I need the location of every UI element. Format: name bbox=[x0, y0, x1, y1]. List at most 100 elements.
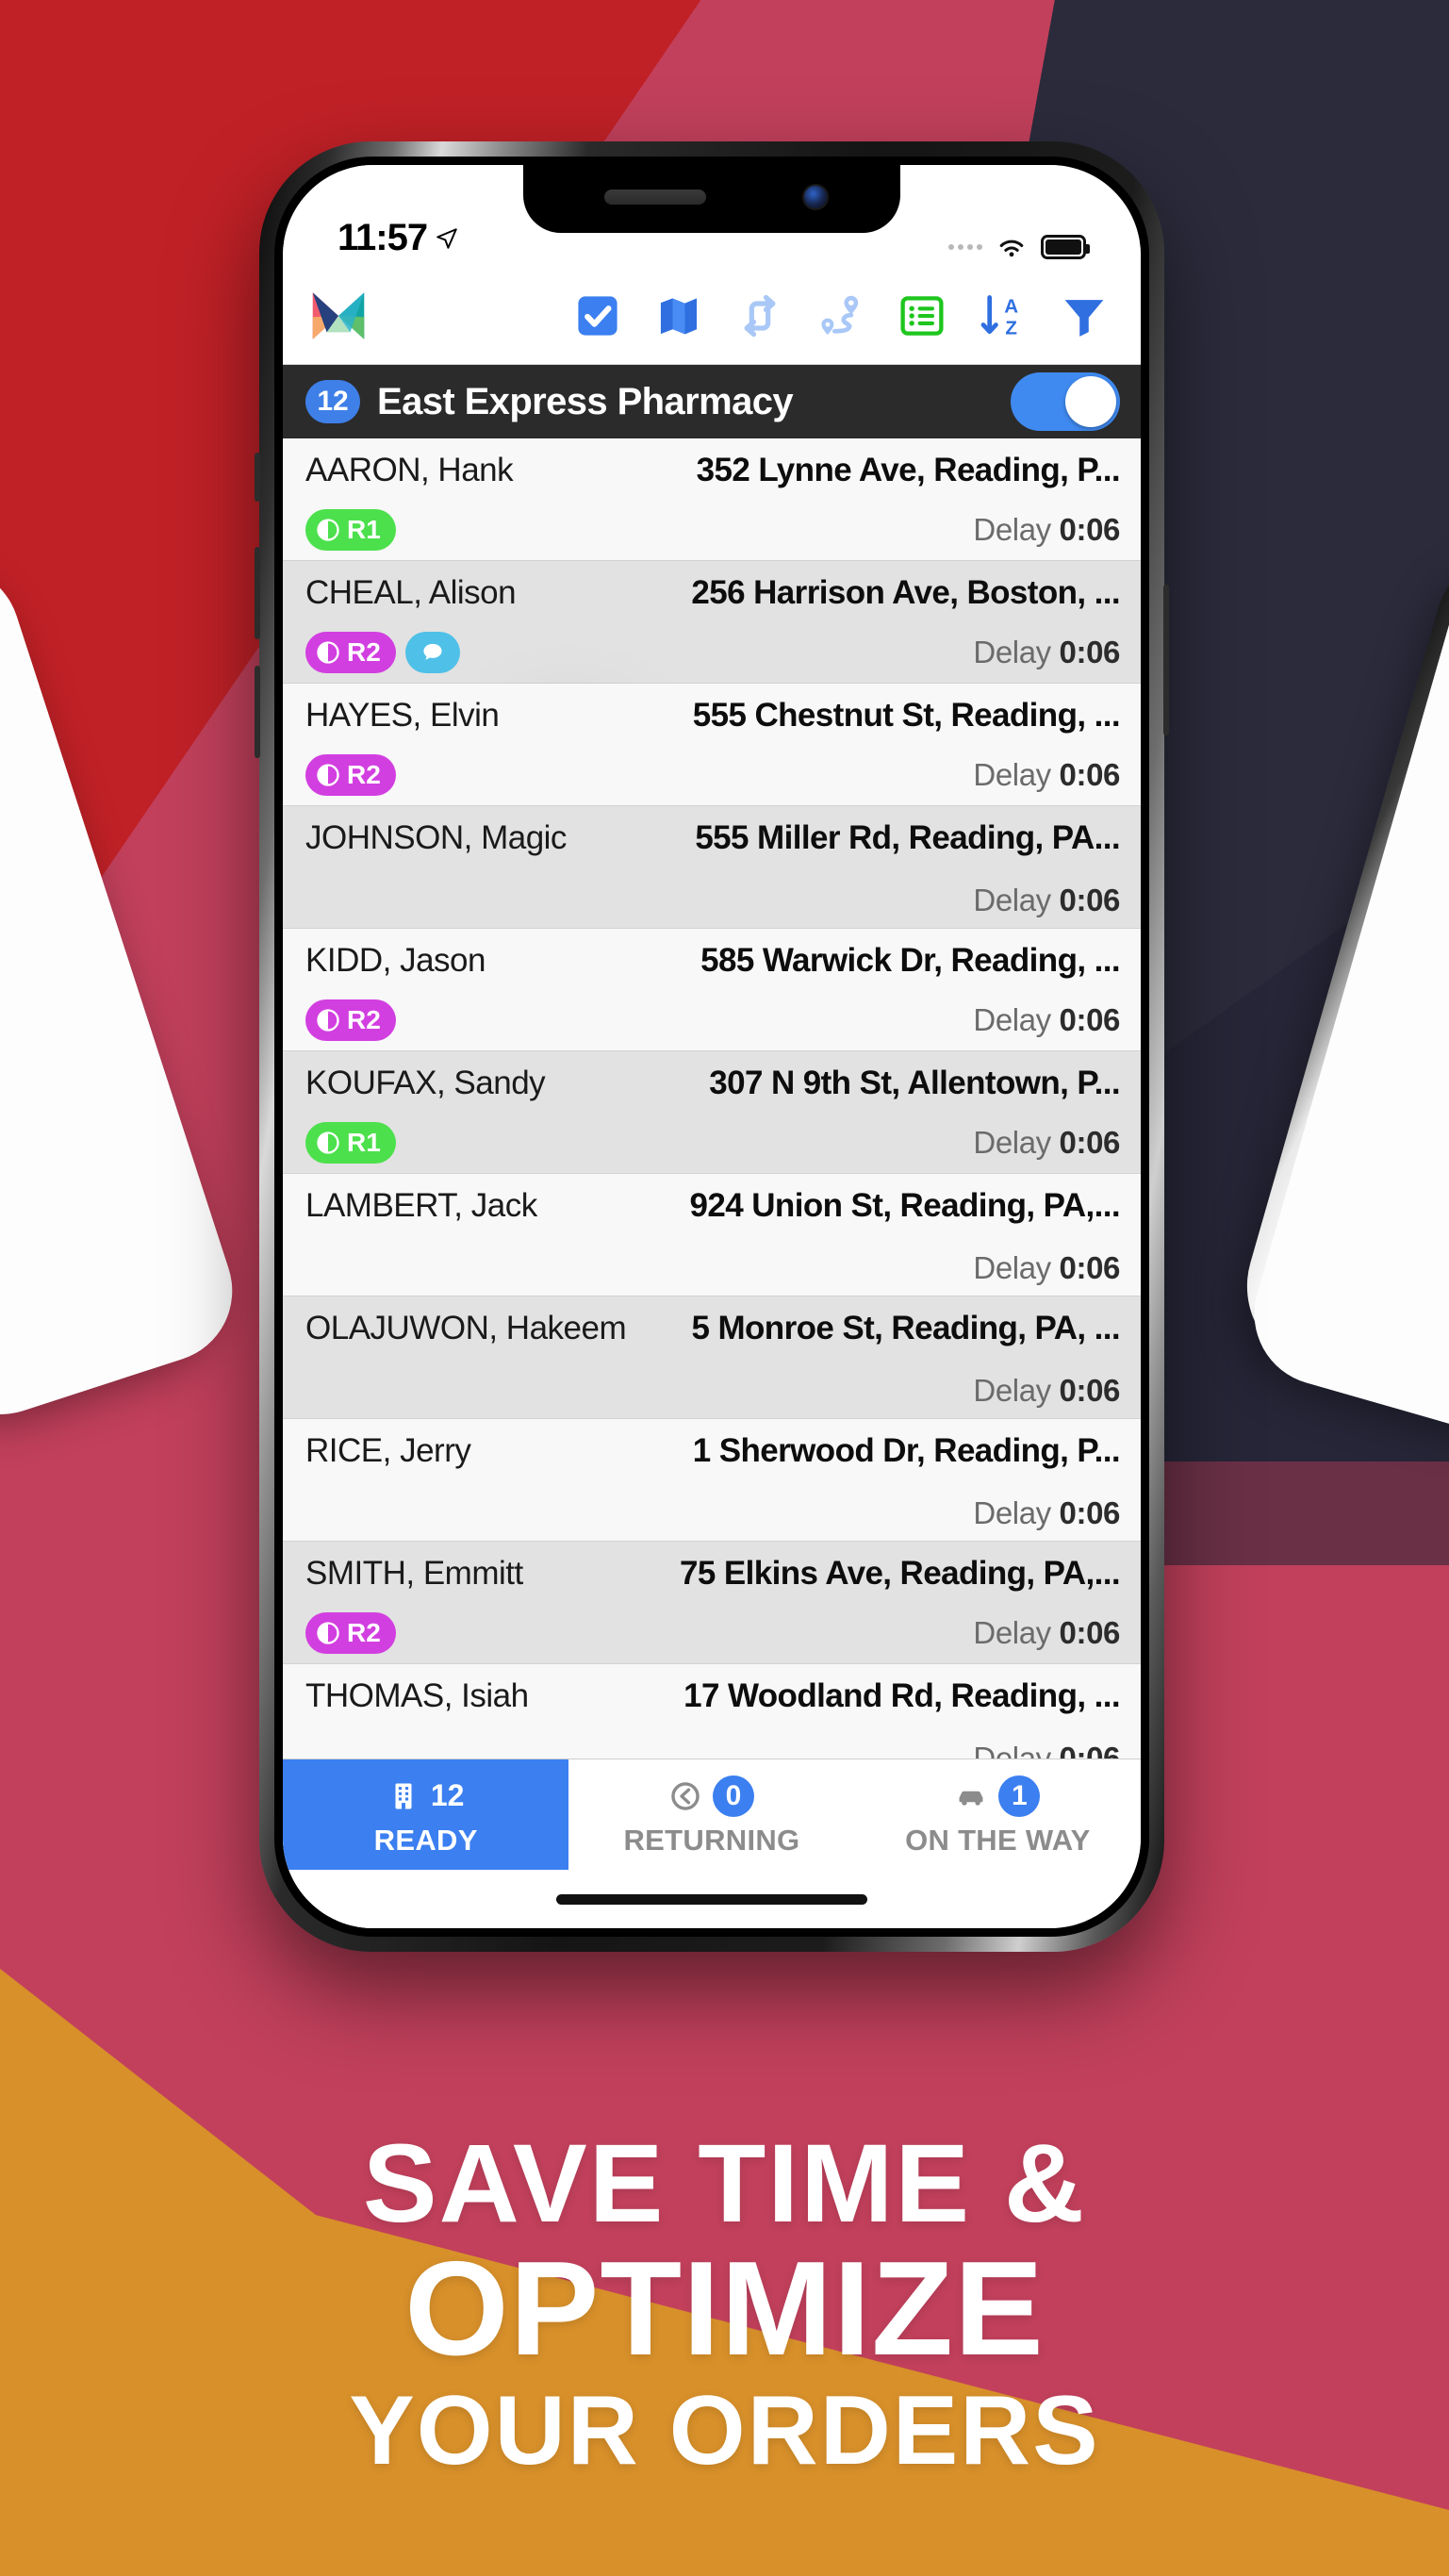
swap-arrows-icon[interactable] bbox=[735, 291, 784, 340]
delay-text: Delay 0:06 bbox=[973, 1495, 1121, 1530]
signal-dots-icon bbox=[948, 244, 982, 250]
tab-ready[interactable]: 12 READY bbox=[283, 1759, 569, 1870]
medbutterfly-logo bbox=[312, 291, 365, 339]
mute-switch[interactable] bbox=[255, 453, 260, 502]
order-row[interactable]: LAMBERT, Jack 924 Union St, Reading, PA,.… bbox=[283, 1174, 1141, 1296]
delay-value: 0:06 bbox=[1059, 883, 1121, 917]
prescription-badge-r2[interactable]: R2 bbox=[305, 632, 396, 673]
order-row[interactable]: KIDD, Jason 585 Warwick Dr, Reading, ... R… bbox=[283, 929, 1141, 1051]
group-toggle[interactable] bbox=[1011, 372, 1120, 431]
delay-text: Delay 0:06 bbox=[973, 757, 1121, 792]
delay-text: Delay 0:06 bbox=[973, 512, 1121, 547]
group-toggle-knob bbox=[1065, 376, 1116, 427]
order-row[interactable]: AARON, Hank 352 Lynne Ave, Reading, P... R… bbox=[283, 438, 1141, 561]
app-toolbar: A Z bbox=[283, 267, 1141, 365]
pill-icon bbox=[317, 641, 339, 664]
order-row[interactable]: OLAJUWON, Hakeem 5 Monroe St, Reading, PA… bbox=[283, 1296, 1141, 1419]
select-all-checkbox-icon[interactable] bbox=[573, 291, 622, 340]
order-badges: R2 bbox=[305, 632, 597, 744]
delay-text: Delay 0:06 bbox=[973, 1615, 1120, 1650]
delivery-address: 307 N 9th St, Allentown, P... bbox=[709, 1065, 1120, 1101]
delay-text: Delay 0:06 bbox=[973, 1002, 1120, 1037]
map-icon[interactable] bbox=[654, 291, 703, 340]
tab-count-badge: 0 bbox=[712, 1775, 754, 1817]
list-icon[interactable] bbox=[897, 291, 947, 340]
delay-value: 0:06 bbox=[1059, 757, 1121, 792]
tab-on-the-way[interactable]: 1 ON THE WAY bbox=[855, 1759, 1141, 1870]
delivery-address: 1 Sherwood Dr, Reading, P... bbox=[692, 1432, 1121, 1469]
customer-name: RICE, Jerry bbox=[305, 1432, 471, 1469]
order-row-top: SMITH, Emmitt 75 Elkins Ave, Reading, PA,… bbox=[305, 1555, 1121, 1593]
customer-name: JOHNSON, Magic bbox=[305, 819, 567, 856]
building-icon bbox=[395, 1783, 412, 1808]
order-badges: R1 bbox=[305, 509, 396, 551]
badge-label: R1 bbox=[347, 1128, 381, 1157]
order-row[interactable]: CHEAL, Alison 256 Harrison Ave, Boston, .… bbox=[283, 561, 1141, 744]
order-row-bottom: Delay 0:06 bbox=[305, 1250, 1120, 1286]
order-row[interactable]: KOUFAX, Sandy 307 N 9th St, Allentown, P.… bbox=[283, 1051, 1141, 1174]
customer-name: THOMAS, Isiah bbox=[305, 1677, 529, 1714]
order-badges: R2 bbox=[305, 754, 396, 796]
home-indicator[interactable] bbox=[556, 1893, 867, 1905]
customer-name: KOUFAX, Sandy bbox=[305, 1065, 546, 1101]
order-row-top: KOUFAX, Sandy 307 N 9th St, Allentown, P.… bbox=[305, 1065, 1121, 1102]
status-bar-time: 11:57 bbox=[338, 217, 428, 258]
delay-value: 0:06 bbox=[1059, 1125, 1121, 1160]
order-row-top: JOHNSON, Magic 555 Miller Rd, Reading, PA… bbox=[305, 819, 1121, 857]
home-indicator-area bbox=[283, 1870, 1141, 1928]
group-title: East Express Pharmacy bbox=[377, 380, 794, 422]
pill-icon bbox=[317, 519, 339, 541]
filter-funnel-icon[interactable] bbox=[1060, 291, 1109, 340]
order-row[interactable]: RICE, Jerry 1 Sherwood Dr, Reading, P... D… bbox=[283, 1419, 1141, 1542]
bottom-tab-bar[interactable]: 12 READY 0 RETURNING 1 ON THE WAY bbox=[283, 1759, 1141, 1870]
volume-down-button[interactable] bbox=[255, 666, 260, 758]
prescription-badge-r1[interactable]: R1 bbox=[305, 509, 396, 551]
order-row[interactable]: JOHNSON, Magic 555 Miller Rd, Reading, PA… bbox=[283, 806, 1141, 929]
order-row-bottom: R1 Delay 0:06 bbox=[305, 509, 1120, 551]
group-header[interactable]: 12 East Express Pharmacy bbox=[283, 365, 1141, 438]
sort-az-icon[interactable]: A Z bbox=[979, 291, 1028, 340]
chat-icon bbox=[423, 643, 442, 660]
front-camera-icon bbox=[804, 186, 827, 208]
tab-count: 12 bbox=[430, 1778, 465, 1812]
order-list[interactable]: AARON, Hank 352 Lynne Ave, Reading, P... R… bbox=[283, 438, 1141, 1759]
prescription-badge-r2[interactable]: R2 bbox=[305, 754, 396, 796]
delay-value: 0:06 bbox=[1059, 635, 1121, 669]
delay-value: 0:06 bbox=[1059, 1250, 1121, 1285]
badge-label: R2 bbox=[347, 1005, 381, 1034]
delay-value: 0:06 bbox=[1059, 1495, 1121, 1530]
delay-value: 0:06 bbox=[1059, 512, 1121, 547]
order-row[interactable]: THOMAS, Isiah 17 Woodland Rd, Reading, ..… bbox=[283, 1664, 1141, 1759]
message-customer-button[interactable] bbox=[404, 632, 460, 673]
delivery-address: 585 Warwick Dr, Reading, ... bbox=[700, 942, 1120, 979]
prescription-badge-r2[interactable]: R2 bbox=[305, 1612, 396, 1654]
status-bar: 11:57 bbox=[283, 165, 1141, 267]
power-button[interactable] bbox=[1163, 585, 1169, 735]
delivery-address: 256 Harrison Ave, Boston, ... bbox=[691, 574, 1120, 611]
wifi-icon bbox=[999, 239, 1024, 257]
tab-returning[interactable]: 0 RETURNING bbox=[568, 1759, 854, 1870]
svg-text:Z: Z bbox=[1005, 317, 1017, 339]
volume-up-button[interactable] bbox=[255, 547, 260, 639]
delivery-address: 555 Miller Rd, Reading, PA... bbox=[695, 819, 1120, 856]
tab-label: ON THE WAY bbox=[905, 1823, 1091, 1857]
status-bar-left: 11:57 bbox=[338, 217, 459, 259]
tab-icon-row: 1 bbox=[955, 1773, 1041, 1820]
prescription-badge-r1[interactable]: R1 bbox=[305, 1122, 396, 1164]
customer-name: HAYES, Elvin bbox=[305, 697, 500, 734]
delivery-address: 352 Lynne Ave, Reading, P... bbox=[696, 452, 1121, 488]
delivery-address: 555 Chestnut St, Reading, ... bbox=[692, 697, 1121, 734]
route-pin-icon[interactable] bbox=[816, 291, 865, 340]
prescription-badge-r2[interactable]: R2 bbox=[305, 999, 396, 1041]
customer-name: KIDD, Jason bbox=[305, 942, 486, 979]
order-row[interactable]: HAYES, Elvin 555 Chestnut St, Reading, ..… bbox=[283, 684, 1141, 806]
delay-text: Delay 0:06 bbox=[973, 1373, 1120, 1408]
group-order-count: 12 bbox=[305, 380, 360, 423]
order-row-top: KIDD, Jason 585 Warwick Dr, Reading, ... bbox=[305, 942, 1121, 980]
battery-full-icon bbox=[1041, 235, 1090, 259]
order-row[interactable]: SMITH, Emmitt 75 Elkins Ave, Reading, PA,… bbox=[283, 1542, 1141, 1664]
tab-count-badge: 1 bbox=[998, 1775, 1041, 1817]
tab-icon-row: 12 bbox=[387, 1773, 465, 1820]
badge-label: R2 bbox=[347, 760, 381, 789]
delivery-address: 924 Union St, Reading, PA,... bbox=[689, 1187, 1121, 1224]
